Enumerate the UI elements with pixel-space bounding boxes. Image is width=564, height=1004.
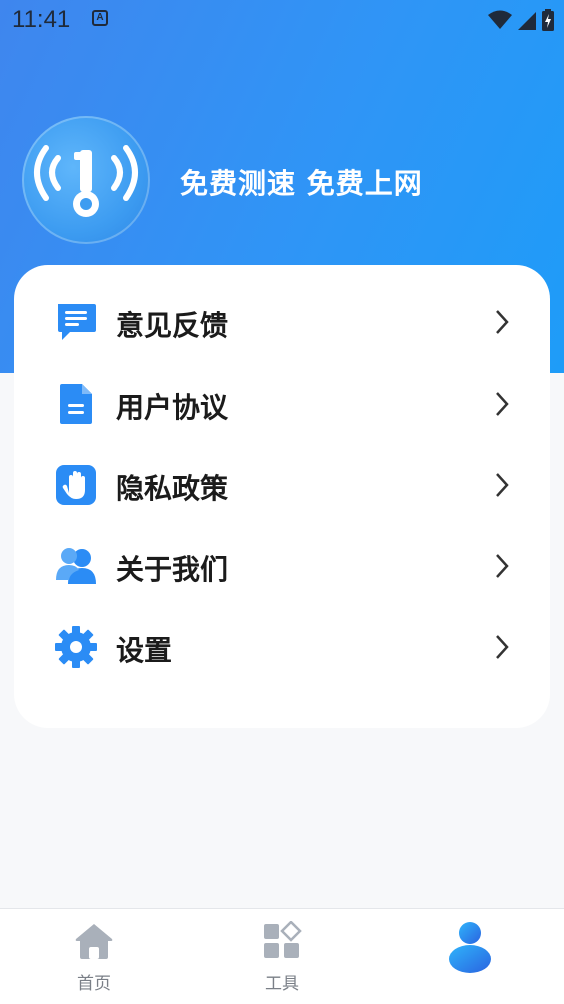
status-icons [488,9,554,31]
hand-shield-icon [56,465,96,505]
tab-home[interactable]: 首页 [0,909,188,1004]
menu-item-user-agreement[interactable]: 用户协议 [14,364,550,444]
menu-item-label: 隐私政策 [116,472,229,505]
menu-card: 意见反馈 用户协议 隐私政策 关于我们 设置 [14,265,550,728]
gear-icon [55,626,97,668]
menu-item-label: 意见反馈 [116,309,229,342]
app-logo [22,116,150,244]
chevron-right-icon [496,554,509,578]
tab-label: 工具 [265,974,299,994]
tab-profile[interactable] [376,909,564,1004]
menu-item-privacy-policy[interactable]: 隐私政策 [14,445,550,525]
chevron-right-icon [496,392,509,416]
home-icon [75,924,113,959]
chevron-right-icon [496,635,509,659]
menu-item-label: 关于我们 [116,553,229,586]
status-bar: 11:41 A [0,0,564,40]
menu-item-label: 设置 [116,634,173,667]
chevron-right-icon [496,310,509,334]
profile-icon [449,922,491,973]
bottom-tab-bar: 首页 工具 [0,908,564,1004]
tools-grid-icon [264,921,302,958]
wifi-signal-icon [488,10,512,29]
tab-label: 首页 [77,974,111,994]
slogan-text: 免费测速 免费上网 [180,167,423,200]
menu-item-feedback[interactable]: 意见反馈 [14,282,550,362]
document-icon [60,384,92,424]
menu-item-label: 用户协议 [116,391,229,424]
chevron-right-icon [496,473,509,497]
battery-icon [542,9,554,31]
menu-item-about-us[interactable]: 关于我们 [14,526,550,606]
tab-tools[interactable]: 工具 [188,909,376,1004]
menu-item-settings[interactable]: 设置 [14,607,550,687]
wifi-key-icon [34,145,138,217]
feedback-chat-icon [58,304,96,340]
notification-icon: A [92,10,108,26]
users-icon [56,548,96,584]
status-time: 11:41 [12,6,71,33]
cellular-signal-icon [518,12,536,30]
